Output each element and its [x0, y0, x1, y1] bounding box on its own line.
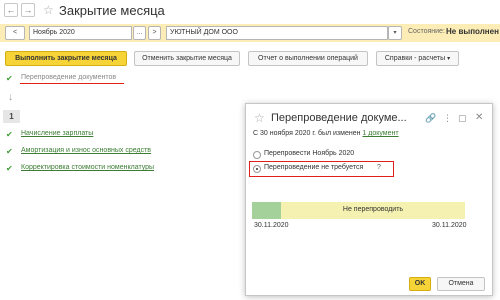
repost-dialog: ☆ Перепроведение докуме... 🔗 ⋮ ▢ ✕ С 30 … — [245, 103, 493, 296]
repost-radio[interactable] — [253, 151, 261, 159]
organization-field[interactable]: УЮТНЫЙ ДОМ ООО — [166, 26, 388, 40]
period-prev-button[interactable]: < — [5, 26, 25, 40]
state-label: Состояние: — [408, 28, 445, 35]
red-underline-highlight — [20, 83, 124, 84]
check-icon: ✔ — [6, 74, 13, 83]
step-number-badge: 1 — [3, 110, 20, 123]
run-closing-button[interactable]: Выполнить закрытие месяца — [5, 51, 127, 66]
state-value: Не выполнен — [446, 27, 499, 36]
maximize-icon[interactable]: ▢ — [458, 113, 467, 123]
check-icon: ✔ — [6, 147, 13, 156]
cancel-closing-button[interactable]: Отменить закрытие месяца — [134, 51, 240, 66]
step-link-cost-adjustment[interactable]: Корректировка стоимости номенклатуры — [21, 164, 154, 171]
period-next-button-visible[interactable]: > — [148, 26, 161, 40]
step-link-depreciation[interactable]: Амортизация и износ основных средств — [21, 147, 151, 154]
chevron-down-icon: ▾ — [393, 30, 397, 36]
check-icon: ✔ — [6, 130, 13, 139]
dialog-title: Перепроведение докуме... — [271, 112, 407, 124]
period-select-button[interactable]: ... — [133, 26, 146, 40]
calc-reports-button[interactable]: Справки - расчеты ▾ — [376, 51, 459, 66]
cancel-button[interactable]: Отмена — [437, 277, 485, 291]
changed-documents-link[interactable]: 1 документ — [362, 130, 398, 137]
info-line: С 30 ноября 2020 г. был изменен 1 докуме… — [253, 130, 399, 137]
timeline-done-segment — [252, 202, 281, 219]
not-required-radio[interactable] — [253, 165, 261, 173]
timeline-end-date: 30.11.2020 — [432, 222, 467, 229]
check-icon: ✔ — [6, 164, 13, 173]
filter-bar: < Ноябрь 2020 ... > > УЮТНЫЙ ДОМ ООО ▾ С… — [0, 24, 500, 42]
organization-select-button[interactable]: ▾ — [388, 26, 402, 40]
help-icon[interactable]: ? — [377, 164, 381, 171]
not-required-option-label: Перепроведение не требуется — [264, 164, 364, 171]
timeline-start-date: 30.11.2020 — [254, 222, 289, 229]
favorite-star-icon[interactable]: ☆ — [254, 112, 265, 124]
arrow-down-icon: ↓ — [8, 92, 13, 103]
link-icon[interactable]: 🔗 — [425, 113, 436, 123]
repost-documents-link[interactable]: Перепроведение документов — [21, 74, 116, 81]
arrow-right-icon: → — [23, 5, 33, 15]
repost-option-label: Перепровести Ноябрь 2020 — [264, 150, 355, 157]
more-menu-icon[interactable]: ⋮ — [443, 113, 452, 123]
page-title: Закрытие месяца — [59, 3, 165, 18]
timeline-label: Не перепроводить — [342, 206, 404, 213]
arrow-left-icon: ← — [6, 5, 16, 15]
forward-button[interactable]: → — [21, 3, 35, 17]
back-button[interactable]: ← — [4, 3, 18, 17]
period-field[interactable]: Ноябрь 2020 — [29, 26, 132, 40]
operations-report-button[interactable]: Отчет о выполнении операций — [248, 51, 368, 66]
step-link-payroll[interactable]: Начисление зарплаты — [21, 130, 93, 137]
close-icon[interactable]: ✕ — [475, 113, 483, 123]
favorite-star-icon[interactable]: ☆ — [43, 4, 54, 16]
ok-button[interactable]: OK — [409, 277, 431, 291]
chevron-down-icon: ▾ — [447, 56, 451, 62]
